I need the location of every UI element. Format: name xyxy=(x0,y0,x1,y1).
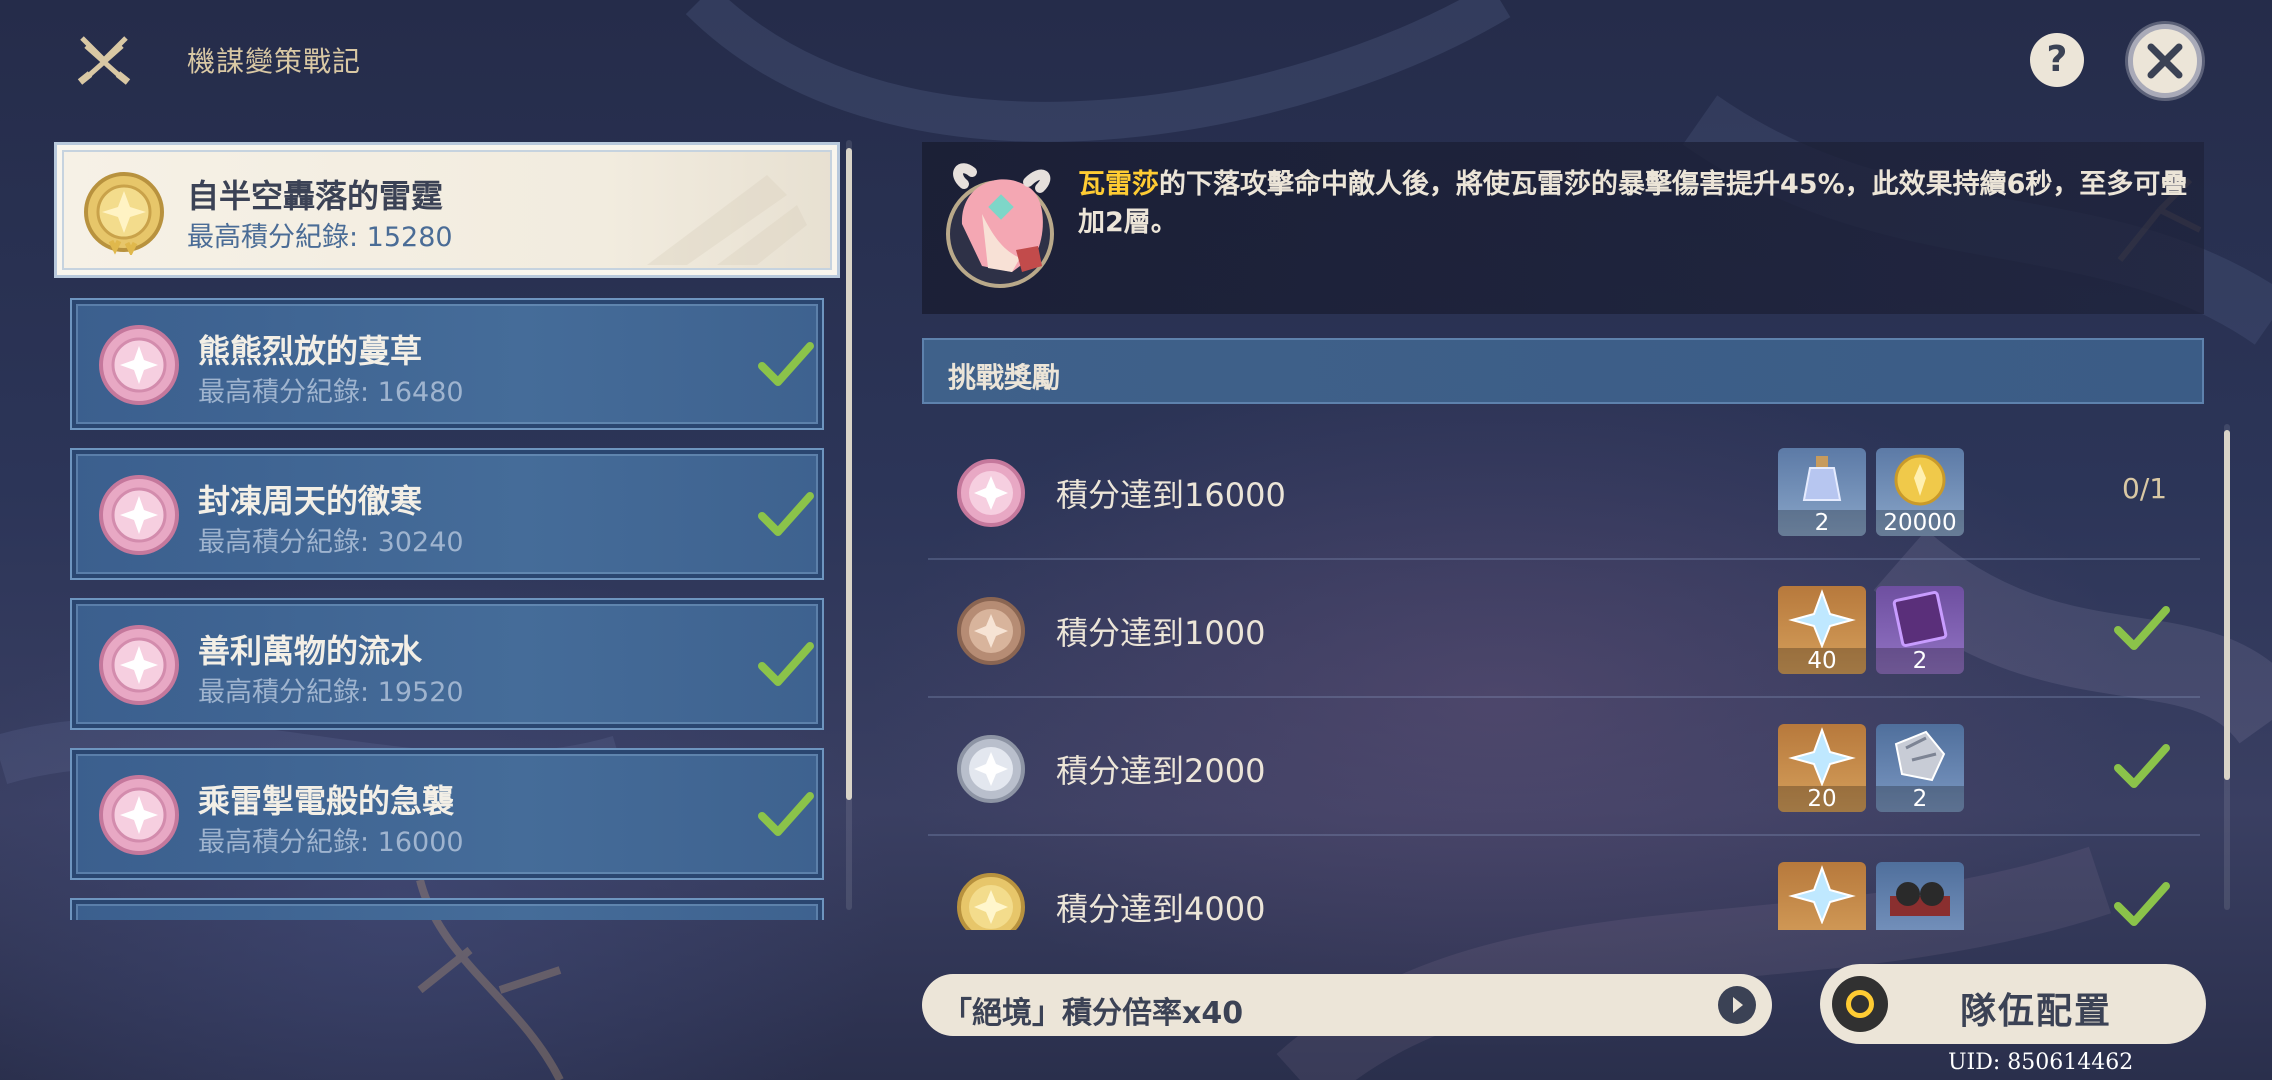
pink-medal-icon xyxy=(99,625,179,705)
completed-check-icon xyxy=(2114,882,2170,926)
reward-row: 積分達到4000 xyxy=(928,836,2200,930)
reward-row: 積分達到2000 20 2 xyxy=(928,698,2200,836)
arrow-right-icon[interactable] xyxy=(1718,986,1756,1024)
stage-card[interactable]: 封凍周天的徹寒 最高積分紀錄: 30240 xyxy=(70,448,824,580)
potion-icon xyxy=(1802,456,1842,501)
buff-description-panel: 瓦雷莎的下落攻擊命中敵人後，將使瓦雷莎的暴擊傷害提升45%，此效果持續6秒，至多… xyxy=(922,142,2204,314)
uid-label: UID: 850614462 xyxy=(1948,1050,2134,1075)
mora-coin-icon xyxy=(1894,454,1946,506)
pink-medal-icon xyxy=(99,325,179,405)
stage-record: 最高積分紀錄: 16480 xyxy=(198,377,464,408)
reward-item-potion[interactable]: 2 xyxy=(1778,448,1866,536)
pink-medal-icon xyxy=(957,459,1025,527)
stage-record: 最高積分紀錄: 19520 xyxy=(198,677,464,708)
stage-card[interactable] xyxy=(70,898,824,920)
help-button[interactable]: ? xyxy=(2030,33,2084,87)
stage-list[interactable]: 自半空轟落的雷霆 最高積分紀錄: 15280 熊熊烈放的蔓草 最高積分紀錄: 1… xyxy=(52,140,844,920)
close-icon xyxy=(2147,43,2183,79)
character-avatar xyxy=(946,163,1054,288)
reward-list[interactable]: 積分達到16000 2 20000 0/1 積分達到1000 40 2 積分達到… xyxy=(928,422,2200,930)
stage-record: 最高積分紀錄: 15280 xyxy=(187,222,453,253)
stage-name: 封凍周天的徹寒 xyxy=(198,482,423,520)
decorative-streak xyxy=(647,175,807,265)
reward-condition: 積分達到2000 xyxy=(1056,752,1266,790)
buff-text: 的下落攻擊命中敵人後，將使瓦雷莎的暴擊傷害提升45%，此效果持續6秒，至多可疊加… xyxy=(1078,169,2188,238)
stage-record: 最高積分紀錄: 16000 xyxy=(198,827,464,858)
primogem-icon xyxy=(1788,865,1856,925)
item-count: 2 xyxy=(1778,510,1866,536)
item-count: 2 xyxy=(1876,786,1964,812)
completed-check-icon xyxy=(758,492,814,536)
character-name: 瓦雷莎 xyxy=(1078,169,1159,200)
confirm-ring-icon xyxy=(1832,976,1888,1032)
difficulty-label: 「絕境」積分倍率x40 xyxy=(942,996,1244,1031)
crossed-swords-icon xyxy=(77,36,131,85)
gold-medal-icon xyxy=(957,873,1025,930)
reward-row: 積分達到1000 40 2 xyxy=(928,560,2200,698)
stage-card[interactable]: 熊熊烈放的蔓草 最高積分紀錄: 16480 xyxy=(70,298,824,430)
reward-item-primogem[interactable]: 20 xyxy=(1778,724,1866,812)
close-button[interactable] xyxy=(2128,24,2202,98)
stage-name: 熊熊烈放的蔓草 xyxy=(198,332,423,370)
stage-card-selected[interactable]: 自半空轟落的雷霆 最高積分紀錄: 15280 xyxy=(54,142,840,278)
stage-list-scroll-thumb[interactable] xyxy=(846,148,852,800)
stage-name: 自半空轟落的雷霆 xyxy=(187,177,444,215)
ore-icon xyxy=(1894,730,1946,782)
stage-name: 善利萬物的流水 xyxy=(198,632,423,670)
buff-description: 瓦雷莎的下落攻擊命中敵人後，將使瓦雷莎的暴擊傷害提升45%，此效果持續6秒，至多… xyxy=(1078,166,2188,242)
reward-condition: 積分達到1000 xyxy=(1056,614,1266,652)
stage-record: 最高積分紀錄: 30240 xyxy=(198,527,464,558)
stage-name: 乘雷掣電般的急襲 xyxy=(198,782,455,820)
header-bar: 機謀變策戰記 ? xyxy=(0,0,2272,120)
gold-medal-icon xyxy=(84,172,164,255)
rewards-header: 挑戰獎勵 xyxy=(922,338,2204,404)
completed-check-icon xyxy=(758,342,814,386)
reward-condition: 積分達到4000 xyxy=(1056,890,1266,928)
completed-check-icon xyxy=(758,642,814,686)
reward-item-primogem[interactable]: 40 xyxy=(1778,586,1866,674)
primogem-icon xyxy=(1788,727,1856,787)
reward-list-scroll-thumb[interactable] xyxy=(2224,430,2230,780)
reward-item-book[interactable]: 2 xyxy=(1876,586,1964,674)
completed-check-icon xyxy=(2114,744,2170,788)
book-icon xyxy=(1892,590,1948,648)
item-count: 20 xyxy=(1778,786,1866,812)
bronze-medal-icon xyxy=(957,597,1025,665)
item-count: 40 xyxy=(1778,648,1866,674)
reward-row: 積分達到16000 2 20000 0/1 xyxy=(928,422,2200,560)
reward-progress: 0/1 xyxy=(2122,472,2168,505)
difficulty-selector[interactable]: 「絕境」積分倍率x40 xyxy=(922,974,1772,1036)
team-setup-label: 隊伍配置 xyxy=(1960,991,2113,1032)
reward-condition: 積分達到16000 xyxy=(1056,476,1286,514)
primogem-icon xyxy=(1788,589,1856,649)
completed-check-icon xyxy=(758,792,814,836)
event-title: 機謀變策戰記 xyxy=(187,45,362,78)
stage-card[interactable]: 善利萬物的流水 最高積分紀錄: 19520 xyxy=(70,598,824,730)
reward-item-ore[interactable]: 2 xyxy=(1876,724,1964,812)
team-setup-button[interactable]: 隊伍配置 xyxy=(1820,964,2206,1044)
reward-item-mora[interactable]: 20000 xyxy=(1876,448,1964,536)
rewards-header-title: 挑戰獎勵 xyxy=(948,361,1061,394)
material-icon xyxy=(1890,882,1950,916)
stage-card[interactable]: 乘雷掣電般的急襲 最高積分紀錄: 16000 xyxy=(70,748,824,880)
silver-medal-icon xyxy=(957,735,1025,803)
reward-item-material[interactable] xyxy=(1876,862,1964,930)
completed-check-icon xyxy=(2114,606,2170,650)
pink-medal-icon xyxy=(99,475,179,555)
reward-item-primogem[interactable] xyxy=(1778,862,1866,930)
pink-medal-icon xyxy=(99,775,179,855)
item-count: 2 xyxy=(1876,648,1964,674)
item-count: 20000 xyxy=(1876,510,1964,536)
